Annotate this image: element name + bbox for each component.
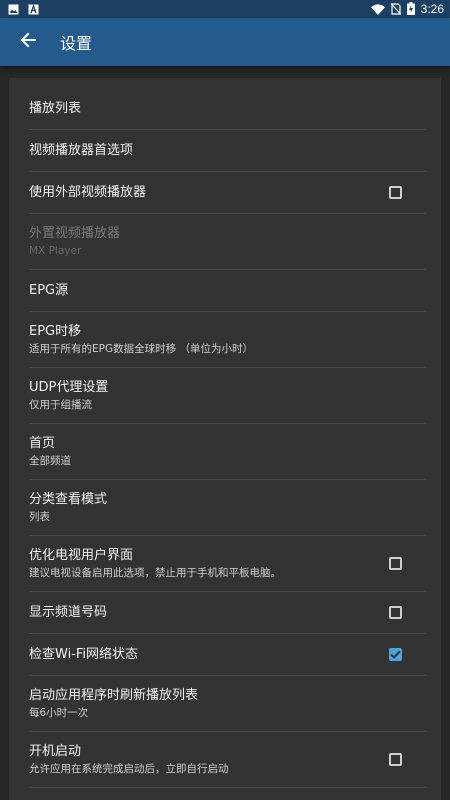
setting-video-player-preferences[interactable]: 视频播放器首选项 (29, 130, 426, 172)
setting-title: 启动应用程序时刷新播放列表 (29, 688, 199, 703)
setting-subtitle: 允许应用在系统完成启动后，立即自行启动 (29, 763, 229, 775)
setting-home-page[interactable]: 首页 全部频道 (29, 424, 426, 480)
setting-subtitle: 仅用于组播流 (29, 399, 92, 411)
setting-title: 播放列表 (29, 101, 82, 116)
setting-epg-source[interactable]: EPG源 (29, 270, 426, 312)
setting-subtitle: MX Player (29, 245, 82, 257)
setting-check-wifi[interactable]: 检查Wi-Fi网络状态 (29, 634, 426, 676)
setting-category-view-mode[interactable]: 分类查看模式 列表 (29, 480, 426, 536)
setting-title: EPG时移 (29, 324, 82, 339)
setting-title: 检查Wi-Fi网络状态 (29, 647, 139, 662)
optimize-tv-ui-checkbox[interactable] (389, 557, 402, 570)
setting-subtitle: 建议电视设备启用此选项，禁止用于手机和平板电脑。 (29, 567, 281, 579)
battery-charging-icon (406, 0, 415, 19)
setting-subtitle: 适用于所有的EPG数据全球时移 （单位为小时） (29, 343, 253, 355)
setting-title: 开机启动 (29, 744, 82, 759)
status-bar: 3:26 (0, 0, 450, 18)
no-sim-icon (390, 0, 402, 19)
checkmark-icon (390, 650, 401, 659)
setting-title: EPG源 (29, 283, 69, 298)
setting-title: 使用外部视频播放器 (29, 185, 147, 200)
setting-title: 视频播放器首选项 (29, 143, 134, 158)
setting-epg-timeshift[interactable]: EPG时移 适用于所有的EPG数据全球时移 （单位为小时） (29, 312, 426, 368)
start-on-boot-checkbox[interactable] (389, 753, 402, 766)
setting-title: 首页 (29, 436, 56, 451)
setting-use-external-player[interactable]: 使用外部视频播放器 (29, 172, 426, 214)
setting-title: 外置视频播放器 (29, 226, 121, 241)
arrow-back-icon (20, 32, 36, 52)
setting-udp-proxy[interactable]: UDP代理设置 仅用于组播流 (29, 368, 426, 424)
setting-subtitle: 每6小时一次 (29, 707, 89, 719)
settings-card: 播放列表 视频播放器首选项 使用外部视频播放器 外置视频播放器 MX Playe… (9, 78, 441, 800)
setting-title: 分类查看模式 (29, 492, 108, 507)
setting-subtitle: 列表 (29, 511, 50, 523)
setting-title: 优化电视用户界面 (29, 548, 134, 563)
page-title: 设置 (60, 34, 93, 53)
app-bar: 设置 (0, 18, 450, 66)
show-channel-number-checkbox[interactable] (389, 606, 402, 619)
image-icon (8, 0, 19, 19)
wifi-icon (370, 0, 385, 19)
settings-list: 播放列表 视频播放器首选项 使用外部视频播放器 外置视频播放器 MX Playe… (29, 88, 426, 788)
setting-optimize-tv-ui[interactable]: 优化电视用户界面 建议电视设备启用此选项，禁止用于手机和平板电脑。 (29, 536, 426, 592)
setting-refresh-playlist-on-start[interactable]: 启动应用程序时刷新播放列表 每6小时一次 (29, 676, 426, 732)
setting-subtitle: 全部频道 (29, 455, 71, 467)
setting-external-player: 外置视频播放器 MX Player (29, 214, 426, 270)
font-icon (28, 0, 39, 19)
setting-title: UDP代理设置 (29, 380, 109, 395)
setting-show-channel-number[interactable]: 显示频道号码 (29, 592, 426, 634)
status-time: 3:26 (420, 2, 444, 16)
setting-playlist[interactable]: 播放列表 (29, 88, 426, 130)
setting-title: 显示频道号码 (29, 605, 108, 620)
setting-start-on-boot[interactable]: 开机启动 允许应用在系统完成启动后，立即自行启动 (29, 732, 426, 788)
external-player-checkbox[interactable] (389, 186, 402, 199)
back-button[interactable] (0, 18, 56, 66)
check-wifi-checkbox[interactable] (389, 648, 402, 661)
